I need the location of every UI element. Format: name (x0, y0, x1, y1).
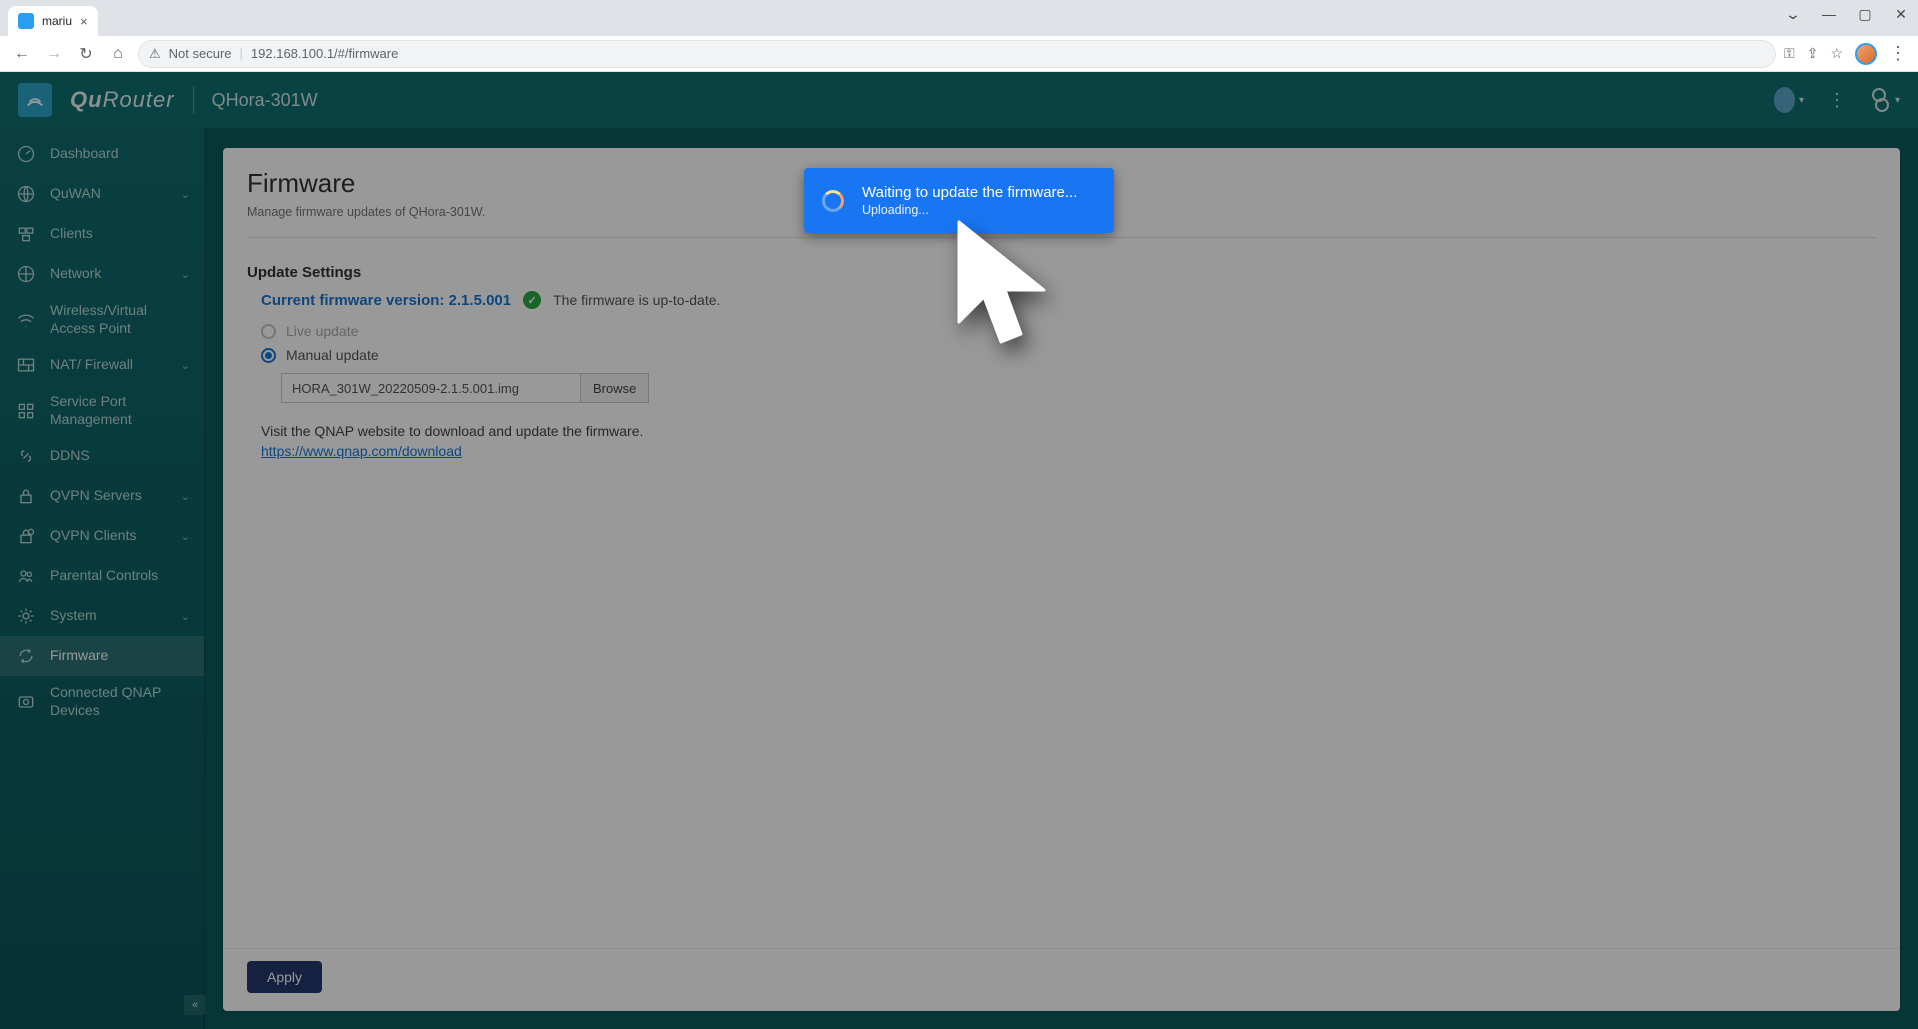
security-warning-icon: ⚠ (149, 46, 161, 62)
security-text: Not secure (169, 46, 232, 61)
update-toast: Waiting to update the firmware... Upload… (804, 168, 1114, 233)
browser-toolbar: ← → ↻ ⌂ ⚠ Not secure | 192.168.100.1/#/f… (0, 36, 1918, 72)
browser-menu-button[interactable]: ⋮ (1889, 43, 1908, 64)
share-icon[interactable]: ⇪ (1807, 45, 1819, 62)
browser-tab[interactable]: mariu × (8, 6, 98, 36)
window-minimize-button[interactable]: — (1820, 6, 1838, 23)
password-key-icon[interactable]: ⚿ (1784, 45, 1795, 62)
address-bar[interactable]: ⚠ Not secure | 192.168.100.1/#/firmware (138, 40, 1776, 68)
nav-back-button[interactable]: ← (10, 42, 34, 66)
favicon-icon (18, 13, 34, 29)
window-controls: ⌄ — ▢ ✕ (1784, 6, 1910, 23)
tab-title: mariu (42, 14, 72, 28)
tab-close-icon[interactable]: × (80, 14, 88, 29)
tabs-dropdown-icon[interactable]: ⌄ (1780, 6, 1805, 23)
window-maximize-button[interactable]: ▢ (1856, 6, 1874, 23)
window-close-button[interactable]: ✕ (1892, 6, 1910, 23)
toast-subtitle: Uploading... (862, 203, 1077, 217)
bookmark-star-icon[interactable]: ☆ (1830, 45, 1843, 62)
nav-forward-button[interactable]: → (42, 42, 66, 66)
browser-tabstrip: mariu × ⌄ — ▢ ✕ (0, 0, 1918, 36)
nav-home-button[interactable]: ⌂ (106, 42, 130, 66)
spinner-icon (822, 190, 844, 212)
page-url: 192.168.100.1/#/firmware (251, 46, 398, 61)
nav-reload-button[interactable]: ↻ (74, 42, 98, 66)
toast-title: Waiting to update the firmware... (862, 184, 1077, 201)
profile-avatar[interactable] (1855, 43, 1877, 65)
